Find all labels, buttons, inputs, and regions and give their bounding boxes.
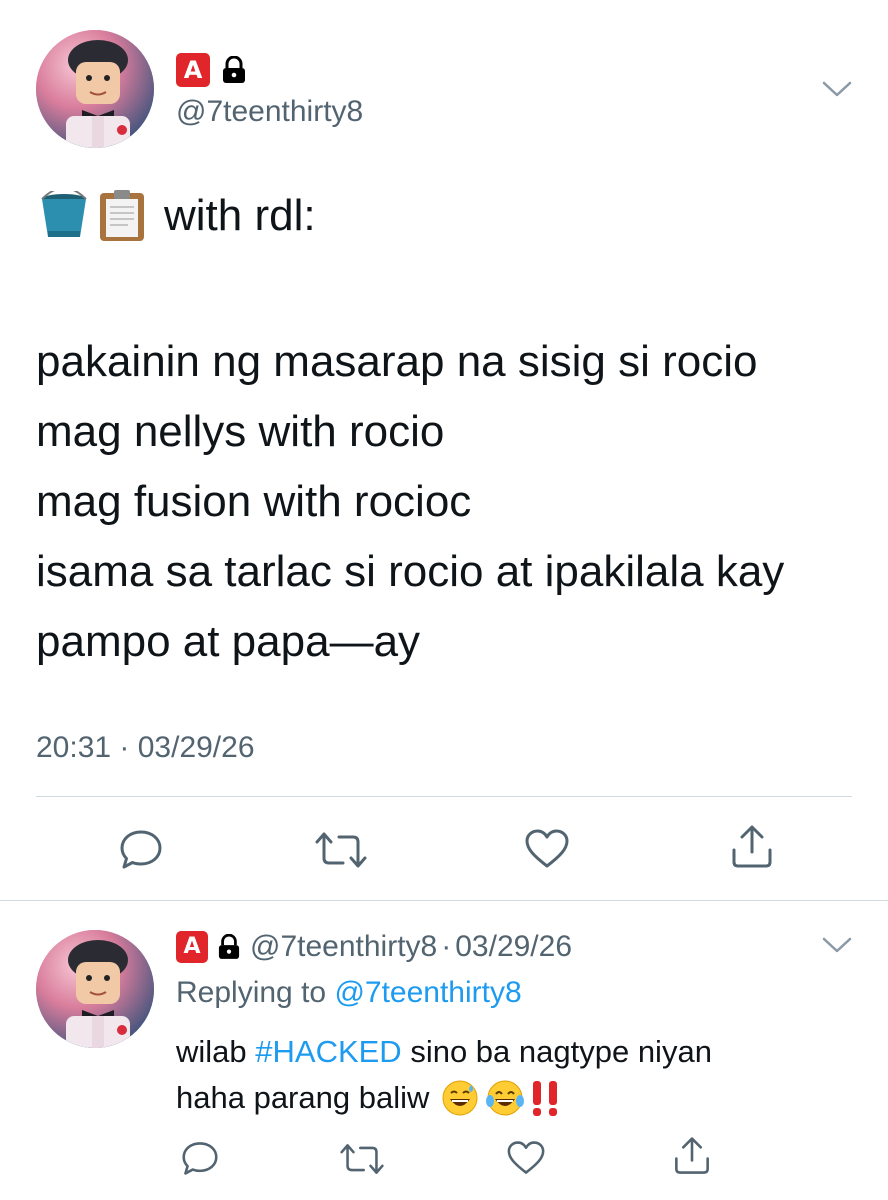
hashtag-link[interactable]: #HACKED [255, 1034, 401, 1069]
separator: · [441, 930, 452, 963]
lock-icon [218, 934, 240, 960]
double-exclamation-emoji [529, 1079, 563, 1117]
divider [0, 900, 888, 901]
reply-text: wilab [176, 1034, 256, 1069]
avatar-image [36, 30, 154, 148]
tweet-body-line: pakainin ng masarap na sisig si rocio [36, 337, 758, 386]
avatar-image [36, 930, 154, 1048]
chevron-down-icon[interactable] [822, 936, 852, 954]
avatar[interactable] [36, 30, 154, 148]
replying-to-handle[interactable]: @7teenthirty8 [334, 976, 521, 1009]
tweet-body-line: pampo at papa—ay [36, 617, 421, 666]
clipboard-emoji [98, 189, 146, 243]
reply-body-line: wilab #HACKED sino ba nagtype niyan [176, 1032, 712, 1072]
reply-body-line: haha parang baliw [176, 1078, 563, 1118]
reply-icon[interactable] [180, 1140, 220, 1176]
user-handle[interactable]: @7teenthirty8 [250, 930, 437, 964]
like-icon[interactable] [524, 828, 570, 870]
reply-text: haha parang baliw [176, 1080, 430, 1115]
tweet-date[interactable]: 03/29/26 [455, 930, 572, 964]
tweet-body-intro: with rdl: [164, 191, 316, 240]
lock-icon [222, 56, 246, 84]
replying-to-label: Replying to [176, 976, 335, 1009]
replying-to: Replying to @7teenthirty8 [176, 974, 522, 1012]
like-icon[interactable] [506, 1140, 546, 1176]
divider [36, 796, 852, 797]
reply-text: sino ba nagtype niyan [401, 1034, 712, 1069]
tweet-timestamp[interactable]: 20:31 · 03/29/26 [36, 728, 255, 768]
reply-icon[interactable] [118, 828, 164, 870]
user-handle[interactable]: @7teenthirty8 [176, 94, 363, 130]
tweet-body-line: isama sa tarlac si rocio at ipakilala ka… [36, 547, 785, 596]
joy-emoji [485, 1079, 525, 1117]
retweet-icon[interactable] [338, 1142, 386, 1176]
verified-badge: A [176, 931, 208, 963]
share-icon[interactable] [672, 1136, 712, 1176]
bucket-emoji [36, 191, 92, 241]
avatar[interactable] [36, 930, 154, 1048]
retweet-icon[interactable] [313, 830, 369, 870]
tweet-body-line: mag nellys with rocio [36, 407, 445, 456]
verified-badge: A [176, 53, 210, 87]
sweat-smile-emoji [441, 1079, 479, 1117]
tweet-body-line: mag fusion with rocioc [36, 477, 472, 526]
share-icon[interactable] [729, 824, 775, 870]
chevron-down-icon[interactable] [822, 80, 852, 98]
